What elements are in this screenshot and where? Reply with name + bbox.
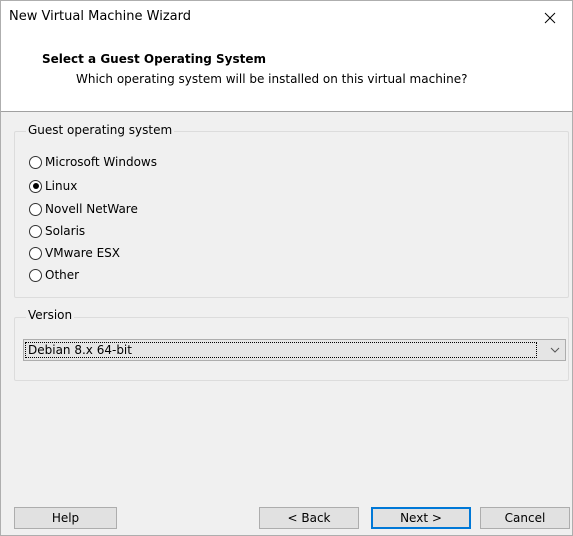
radio-button[interactable] xyxy=(29,246,42,260)
page-title: Select a Guest Operating System xyxy=(42,52,267,66)
guest-os-legend: Guest operating system xyxy=(26,123,175,137)
radio-button[interactable] xyxy=(29,202,42,216)
radio-linux[interactable]: Linux xyxy=(29,176,77,196)
page-subtitle: Which operating system will be installed… xyxy=(76,72,468,86)
radio-label: Novell NetWare xyxy=(45,202,138,216)
title-bar: New Virtual Machine Wizard xyxy=(1,1,572,35)
chevron-down-icon[interactable] xyxy=(550,345,560,355)
radio-novell-netware[interactable]: Novell NetWare xyxy=(29,199,138,219)
radio-other[interactable]: Other xyxy=(29,265,79,285)
help-button[interactable]: Help xyxy=(14,507,117,529)
window-title: New Virtual Machine Wizard xyxy=(9,9,191,24)
wizard-header: Select a Guest Operating System Which op… xyxy=(1,35,572,112)
radio-button[interactable] xyxy=(29,224,42,238)
cancel-button[interactable]: Cancel xyxy=(480,507,570,529)
close-button[interactable] xyxy=(528,1,572,35)
radio-label: Microsoft Windows xyxy=(45,155,157,169)
radio-microsoft-windows[interactable]: Microsoft Windows xyxy=(29,152,157,172)
radio-button-selected[interactable] xyxy=(29,179,42,193)
close-icon xyxy=(544,12,556,24)
radio-label: Solaris xyxy=(45,224,86,238)
radio-label: VMware ESX xyxy=(45,246,121,260)
radio-button[interactable] xyxy=(29,268,42,282)
radio-vmware-esx[interactable]: VMware ESX xyxy=(29,243,120,263)
version-select[interactable]: Debian 8.x 64-bit xyxy=(23,339,566,361)
radio-label: Linux xyxy=(45,179,78,193)
back-button[interactable]: < Back xyxy=(259,507,359,529)
radio-label: Other xyxy=(45,268,80,282)
radio-solaris[interactable]: Solaris xyxy=(29,221,85,241)
version-legend: Version xyxy=(26,308,75,322)
radio-button[interactable] xyxy=(29,155,42,169)
next-button[interactable]: Next > xyxy=(371,507,471,529)
version-selected-value: Debian 8.x 64-bit xyxy=(28,343,132,357)
wizard-window: New Virtual Machine Wizard Select a Gues… xyxy=(0,0,573,536)
